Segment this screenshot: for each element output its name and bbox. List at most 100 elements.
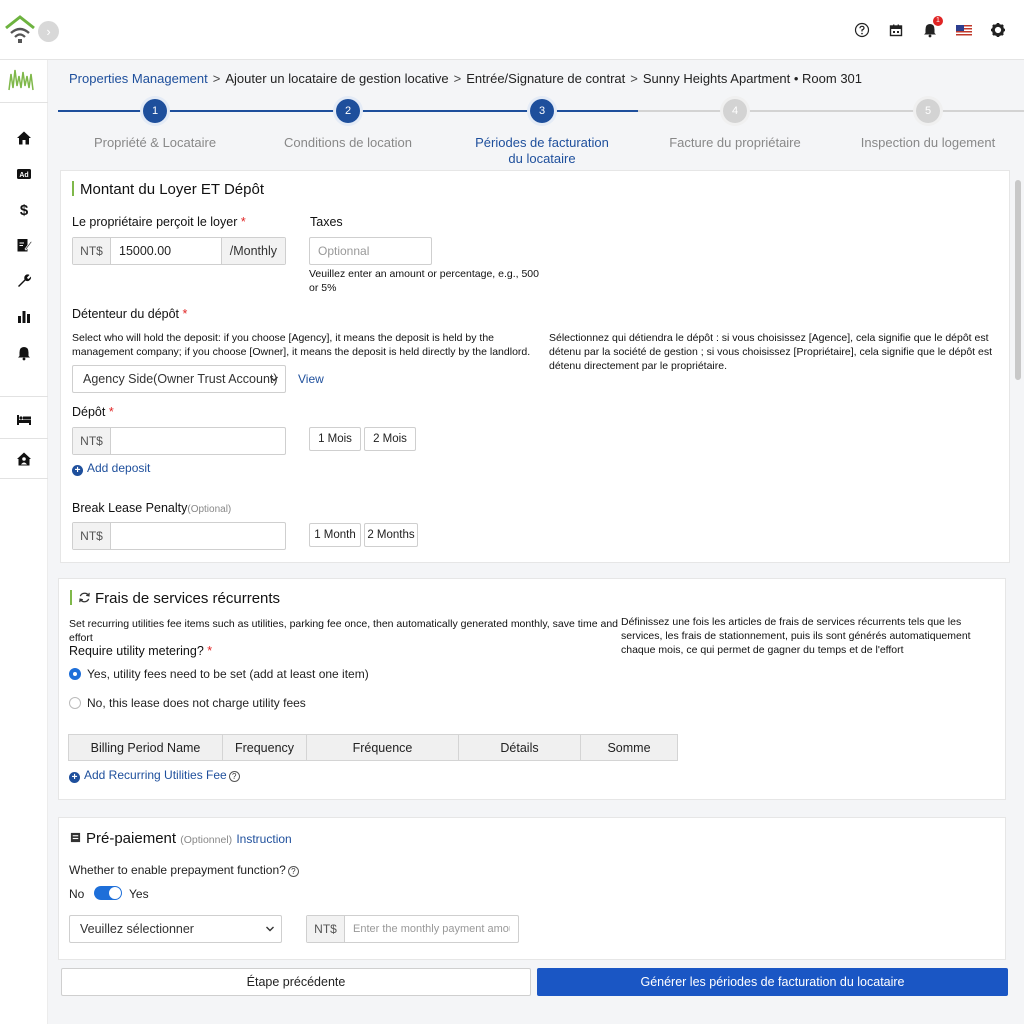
- breadcrumb-separator: >: [212, 71, 221, 86]
- deposit-holder-select[interactable]: Agency Side(Owner Trust Account): [72, 365, 286, 393]
- step-number: 3: [530, 99, 554, 123]
- help-icon[interactable]: [854, 22, 870, 38]
- generate-billing-periods-button[interactable]: Générer les périodes de facturation du l…: [537, 968, 1008, 996]
- calendar-icon[interactable]: [888, 22, 904, 38]
- breadcrumb-item-add-tenant[interactable]: Ajouter un locataire de gestion locative: [225, 71, 448, 86]
- penalty-label: Break Lease Penalty(Optional): [72, 501, 232, 515]
- deposit-holder-desc-fr: Sélectionnez qui détiendra le dépôt : si…: [549, 332, 993, 372]
- sidebar-item-tenants[interactable]: [0, 444, 48, 474]
- currency-prefix: NT$: [73, 428, 111, 454]
- penalty-amount-input[interactable]: [111, 523, 285, 549]
- scrollbar-thumb[interactable]: [1015, 180, 1021, 380]
- recurring-fees-card: [58, 578, 1006, 800]
- contract-sign-icon: [17, 239, 32, 252]
- sidebar-item-home[interactable]: [0, 123, 48, 153]
- table-header-details: Détails: [459, 735, 581, 760]
- sidebar-item-reports[interactable]: [0, 302, 48, 332]
- prepayment-toggle[interactable]: [94, 886, 122, 900]
- taxes-input[interactable]: [309, 237, 432, 265]
- notification-bell-icon[interactable]: 1: [922, 16, 943, 38]
- previous-step-button[interactable]: Étape précédente: [61, 968, 531, 996]
- rent-section-title: Montant du Loyer ET Dépôt: [72, 181, 264, 198]
- currency-prefix: NT$: [307, 916, 345, 942]
- step-3[interactable]: 3 Périodes de facturation du locataire: [445, 96, 639, 167]
- breadcrumb: Properties Management > Ajouter un locatai…: [69, 71, 862, 86]
- penalty-2-months-button[interactable]: 2 Months: [364, 523, 418, 547]
- sidebar-item-ads[interactable]: Ad: [0, 159, 48, 189]
- refresh-icon: [79, 592, 90, 603]
- table-header-frequency: Frequency: [223, 735, 307, 760]
- metering-no-radio[interactable]: [69, 697, 81, 709]
- table-header-frequence: Fréquence: [307, 735, 459, 760]
- metering-no-label[interactable]: No, this lease does not charge utility f…: [87, 696, 306, 710]
- metering-yes-label[interactable]: Yes, utility fees need to be set (add at…: [87, 667, 369, 681]
- breadcrumb-separator: >: [630, 71, 638, 86]
- prepayment-question: Whether to enable prepayment function??: [69, 863, 299, 877]
- wallet-icon: [70, 832, 81, 843]
- breadcrumb-item-contract[interactable]: Entrée/Signature de contrat: [466, 71, 625, 86]
- step-number: 1: [143, 99, 167, 123]
- prepayment-select[interactable]: Veuillez sélectionner: [69, 915, 282, 943]
- rent-input-group: NT$ /Monthly: [72, 237, 286, 265]
- rent-amount-input[interactable]: [111, 238, 221, 264]
- table-header-billing-period: Billing Period Name: [69, 735, 223, 760]
- plus-icon: +: [69, 772, 80, 783]
- plus-icon: +: [72, 465, 83, 476]
- step-4[interactable]: 4 Facture du propriétaire: [638, 96, 832, 151]
- view-link[interactable]: View: [298, 372, 324, 386]
- step-label: Inspection du logement: [860, 135, 996, 150]
- breadcrumb-item-room: Sunny Heights Apartment • Room 301: [642, 71, 863, 86]
- metering-yes-radio[interactable]: [69, 668, 81, 680]
- deposit-label: Dépôt *: [72, 405, 114, 419]
- deposit-holder-desc-en: Select who will hold the deposit: if you…: [72, 332, 531, 358]
- house-person-icon: [17, 452, 31, 466]
- prepayment-select-placeholder: Veuillez sélectionner: [80, 922, 194, 936]
- sidebar-item-rooms[interactable]: [0, 404, 48, 434]
- step-number: 5: [916, 99, 940, 123]
- taxes-label: Taxes: [310, 215, 343, 229]
- step-1[interactable]: 1 Propriété & Locataire: [58, 96, 252, 151]
- top-bar: › 1: [0, 0, 1024, 60]
- step-2[interactable]: 2 Conditions de location: [251, 96, 445, 151]
- dollar-icon: $: [20, 202, 29, 217]
- prepayment-section-title: Pré-paiement (Optionnel) Instruction: [70, 830, 292, 847]
- add-recurring-fee-button[interactable]: + Add Recurring Utilities Fee?: [69, 768, 240, 783]
- chevron-down-icon: [270, 376, 278, 382]
- instruction-link[interactable]: Instruction: [236, 832, 291, 846]
- toggle-yes-label: Yes: [129, 887, 149, 901]
- deposit-holder-selected: Agency Side(Owner Trust Account): [83, 372, 278, 386]
- step-label: Périodes de facturation du locataire: [475, 135, 609, 166]
- notification-badge: 1: [933, 16, 943, 26]
- add-deposit-button[interactable]: + Add deposit: [72, 461, 150, 476]
- step-label: Conditions de location: [284, 135, 412, 150]
- step-number: 2: [336, 99, 360, 123]
- currency-prefix: NT$: [73, 238, 111, 264]
- language-flag-icon[interactable]: [956, 22, 972, 38]
- gear-icon[interactable]: [990, 22, 1006, 38]
- sidebar-item-notifications[interactable]: [0, 338, 48, 368]
- sidebar-item-maintenance[interactable]: [0, 266, 48, 296]
- help-icon[interactable]: ?: [287, 866, 299, 877]
- rent-label: Le propriétaire perçoit le loyer *: [72, 215, 246, 229]
- taxes-hint: Veuillez enter an amount or percentage, …: [309, 268, 539, 294]
- help-icon[interactable]: ?: [228, 771, 240, 782]
- chevron-down-icon: [266, 926, 274, 932]
- prepayment-amount-input[interactable]: [345, 916, 518, 942]
- penalty-1-month-button[interactable]: 1 Month: [309, 523, 361, 547]
- wrench-icon: [18, 274, 32, 287]
- breadcrumb-item-properties[interactable]: Properties Management: [69, 71, 208, 86]
- step-number: 4: [723, 99, 747, 123]
- step-5[interactable]: 5 Inspection du logement: [831, 96, 1024, 151]
- deposit-holder-label: Détenteur du dépôt *: [72, 307, 188, 321]
- toggle-no-label: No: [69, 887, 85, 901]
- currency-prefix: NT$: [73, 523, 111, 549]
- deposit-1-month-button[interactable]: 1 Mois: [309, 427, 361, 451]
- bell-icon: [18, 347, 30, 361]
- deposit-2-months-button[interactable]: 2 Mois: [364, 427, 416, 451]
- deposit-amount-input[interactable]: [111, 428, 285, 454]
- utilities-desc-en: Set recurring utilities fee items such a…: [69, 618, 619, 644]
- sidebar-item-finance[interactable]: $: [0, 194, 48, 224]
- home-icon: [17, 131, 31, 145]
- sidebar-item-contracts[interactable]: [0, 230, 48, 260]
- collapse-sidebar-button[interactable]: ›: [38, 21, 59, 42]
